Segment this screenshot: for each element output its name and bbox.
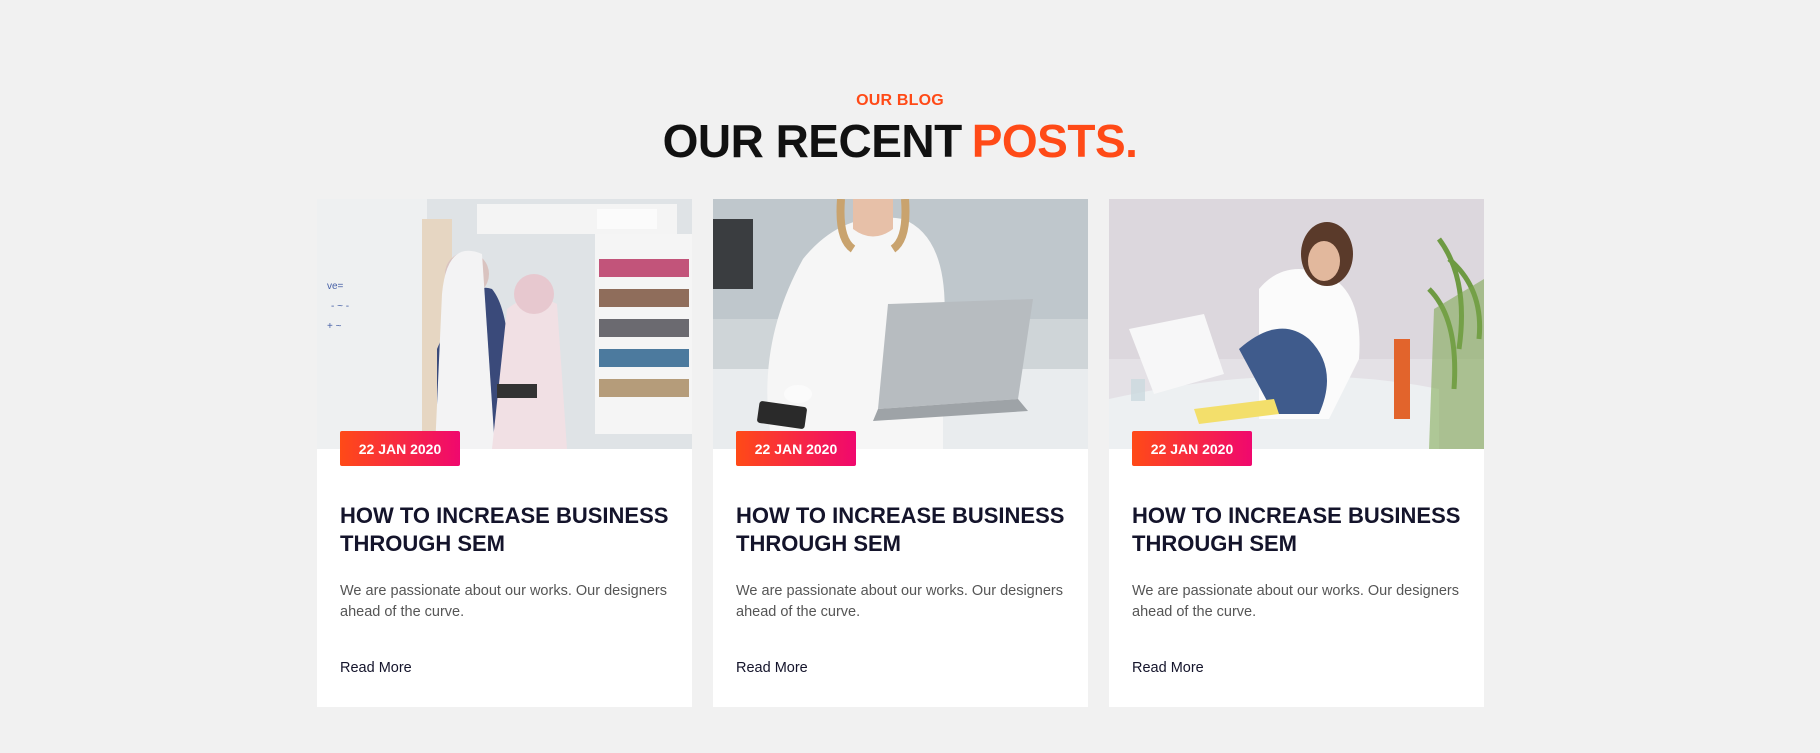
svg-text:+ ~: + ~ bbox=[327, 321, 342, 332]
post-card: 22 JAN 2020 HOW TO INCREASE BUSINESS THR… bbox=[1109, 199, 1484, 707]
post-excerpt: We are passionate about our works. Our d… bbox=[340, 583, 667, 620]
post-title[interactable]: HOW TO INCREASE BUSINESS THROUGH SEM bbox=[340, 502, 670, 558]
post-image[interactable]: ve= - ~ - + ~ bbox=[317, 199, 692, 449]
date-badge: 22 JAN 2020 bbox=[1132, 431, 1252, 466]
post-image-photo-1: ve= - ~ - + ~ bbox=[317, 199, 692, 449]
post-card: ve= - ~ - + ~ 22 JAN 2020 HOW TO INCREAS… bbox=[317, 199, 692, 707]
post-excerpt: We are passionate about our works. Our d… bbox=[736, 583, 1063, 620]
blog-section: OUR BLOG OUR RECENT POSTS. ve= - ~ - + ~… bbox=[0, 0, 1820, 753]
post-image-photo-3 bbox=[1109, 199, 1484, 449]
post-card: 22 JAN 2020 HOW TO INCREASE BUSINESS THR… bbox=[713, 199, 1088, 707]
read-more-link[interactable]: Read More bbox=[340, 660, 412, 676]
post-excerpt: We are passionate about our works. Our d… bbox=[1132, 583, 1459, 620]
date-badge: 22 JAN 2020 bbox=[736, 431, 856, 466]
svg-text:ve=: ve= bbox=[327, 281, 344, 292]
post-title[interactable]: HOW TO INCREASE BUSINESS THROUGH SEM bbox=[1132, 502, 1462, 558]
post-image[interactable] bbox=[713, 199, 1088, 449]
section-heading: OUR RECENT POSTS. bbox=[0, 114, 1800, 168]
read-more-link[interactable]: Read More bbox=[736, 660, 808, 676]
post-cards: ve= - ~ - + ~ 22 JAN 2020 HOW TO INCREAS… bbox=[317, 199, 1484, 707]
heading-accent: POSTS. bbox=[971, 115, 1138, 167]
post-image-photo-2 bbox=[713, 199, 1088, 449]
heading-main: OUR RECENT bbox=[662, 115, 963, 167]
date-badge: 22 JAN 2020 bbox=[340, 431, 460, 466]
read-more-link[interactable]: Read More bbox=[1132, 660, 1204, 676]
post-title[interactable]: HOW TO INCREASE BUSINESS THROUGH SEM bbox=[736, 502, 1066, 558]
svg-text:- ~ -: - ~ - bbox=[331, 301, 349, 312]
section-eyebrow: OUR BLOG bbox=[856, 92, 944, 109]
post-image[interactable] bbox=[1109, 199, 1484, 449]
